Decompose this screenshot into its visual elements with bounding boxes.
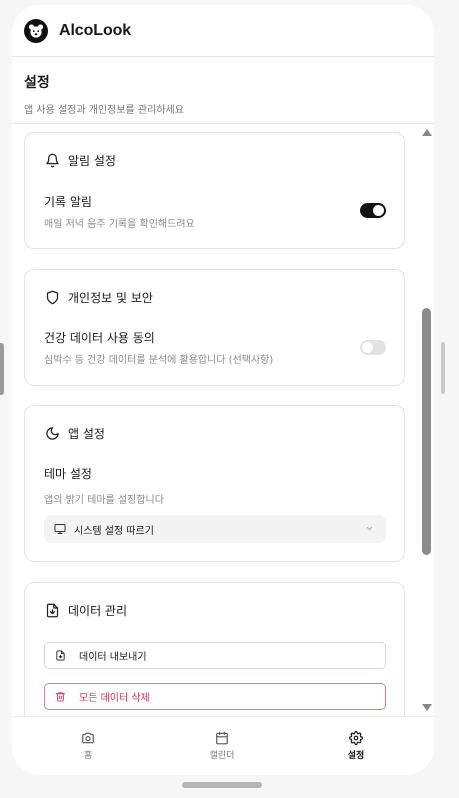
- gear-icon: [349, 731, 363, 745]
- card-header: 데이터 관리: [45, 602, 127, 619]
- file-download-icon: [46, 603, 59, 618]
- delete-all-data-button[interactable]: 모든 데이터 삭제: [44, 683, 386, 710]
- toggle-knob: [373, 205, 384, 216]
- camera-icon: [82, 732, 94, 744]
- notification-settings-card: 알림 설정 기록 알림 매일 저녁 음주 기록을 확인해드려요: [24, 132, 405, 249]
- scroll-down-arrow-icon[interactable]: [422, 704, 432, 711]
- delete-all-data-label: 모든 데이터 삭제: [79, 693, 150, 704]
- theme-setting-label: 테마 설정: [44, 467, 92, 481]
- scrollbar-thumb[interactable]: [422, 308, 431, 555]
- settings-scroll-area[interactable]: 알림 설정 기록 알림 매일 저녁 음주 기록을 확인해드려요 개인정보 및 보…: [12, 124, 434, 716]
- right-edge-handle: [441, 342, 445, 394]
- toggle-knob: [362, 342, 373, 353]
- page-subtitle: 앱 사용 설정과 개인정보를 관리하세요: [24, 105, 184, 116]
- record-notification-label: 기록 알림: [44, 195, 92, 209]
- bottom-nav: 홈 캘린더 설정: [12, 716, 434, 775]
- app-settings-card: 앱 설정 테마 설정 앱의 밝기 테마를 설정합니다 시스템 설정 따르기: [24, 405, 405, 562]
- card-title: 개인정보 및 보안: [68, 291, 153, 305]
- chevron-down-icon: [366, 526, 373, 531]
- trash-icon: [55, 692, 66, 702]
- scroll-up-arrow-icon[interactable]: [422, 129, 432, 136]
- app-title: AlcoLook: [59, 21, 132, 39]
- nav-label-home: 홈: [83, 751, 93, 761]
- theme-select[interactable]: 시스템 설정 따르기: [44, 515, 386, 543]
- monitor-icon: [54, 524, 66, 534]
- card-title: 데이터 관리: [68, 604, 128, 618]
- nav-item-home[interactable]: 홈: [58, 731, 118, 761]
- privacy-settings-card: 개인정보 및 보안 건강 데이터 사용 동의 심박수 등 건강 데이터를 분석에…: [24, 269, 405, 386]
- file-export-icon: [56, 650, 65, 661]
- card-title: 알림 설정: [68, 154, 116, 168]
- card-header: 앱 설정: [45, 425, 105, 442]
- record-notification-toggle[interactable]: [360, 203, 386, 218]
- record-notification-desc: 매일 저녁 음주 기록을 확인해드려요: [44, 219, 195, 230]
- nav-label-calendar: 캘린더: [209, 751, 235, 761]
- data-management-card: 데이터 관리 데이터 내보내기 모든 데이터 삭제: [24, 582, 405, 716]
- home-indicator[interactable]: [182, 782, 262, 788]
- card-title: 앱 설정: [68, 427, 105, 441]
- phone-frame: AlcoLook 설정 앱 사용 설정과 개인정보를 관리하세요 알림 설정 기…: [12, 5, 434, 775]
- export-data-button[interactable]: 데이터 내보내기: [44, 642, 386, 669]
- nav-item-calendar[interactable]: 캘린더: [192, 731, 252, 761]
- theme-select-value: 시스템 설정 따르기: [74, 525, 154, 537]
- card-header: 알림 설정: [45, 152, 116, 169]
- app-logo-icon: [24, 18, 48, 43]
- calendar-icon: [216, 731, 228, 745]
- moon-icon: [46, 427, 59, 440]
- health-data-consent-toggle[interactable]: [360, 340, 386, 355]
- scrollbar[interactable]: [421, 124, 434, 716]
- theme-setting-desc: 앱의 밝기 테마를 설정합니다: [44, 495, 164, 506]
- health-data-consent-label: 건강 데이터 사용 동의: [44, 331, 155, 345]
- left-edge-handle: [0, 343, 4, 395]
- page-header: 설정 앱 사용 설정과 개인정보를 관리하세요: [12, 57, 434, 124]
- nav-item-settings[interactable]: 설정: [326, 731, 386, 761]
- nav-label-settings: 설정: [347, 751, 365, 761]
- bell-icon: [46, 153, 59, 168]
- card-header: 개인정보 및 보안: [45, 289, 153, 306]
- page-title: 설정: [24, 75, 50, 91]
- health-data-consent-desc: 심박수 등 건강 데이터를 분석에 활용합니다 (선택사항): [44, 355, 274, 366]
- app-bar: AlcoLook: [12, 5, 434, 57]
- shield-icon: [46, 290, 59, 305]
- export-data-label: 데이터 내보내기: [79, 652, 147, 663]
